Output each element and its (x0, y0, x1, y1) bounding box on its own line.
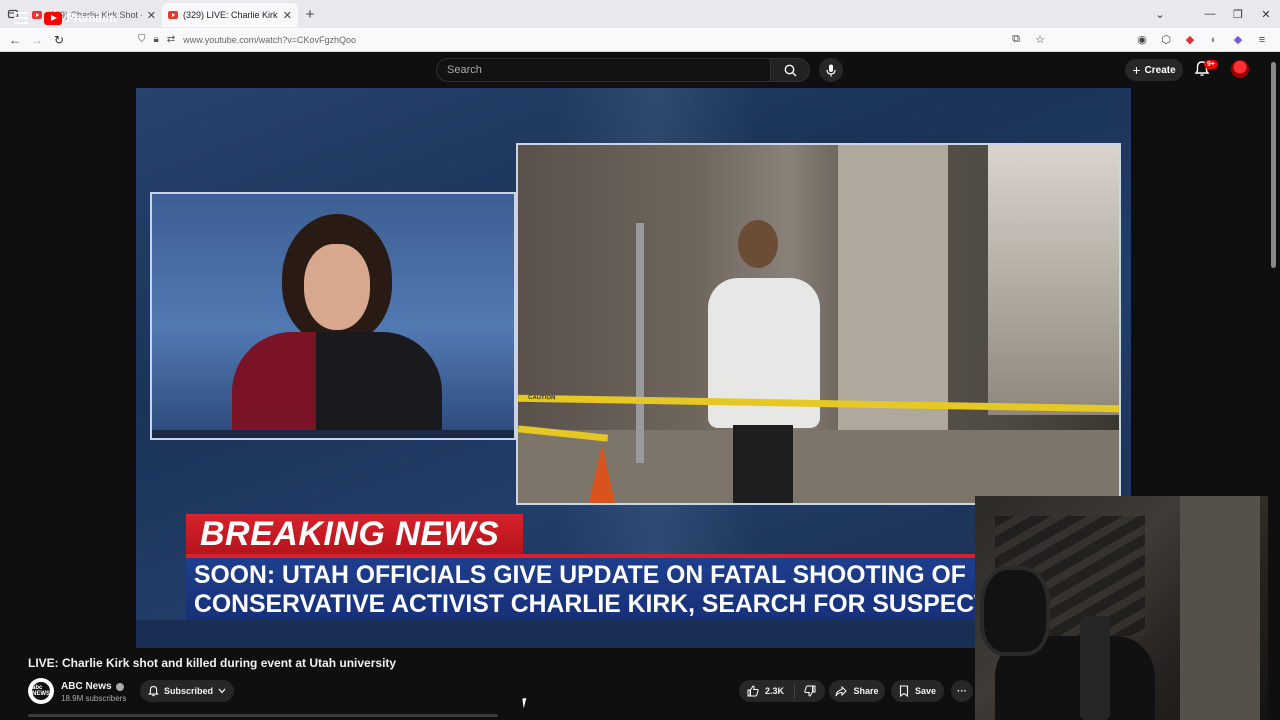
new-tab-button[interactable]: + (298, 6, 322, 23)
like-button[interactable]: 2.3K (739, 684, 795, 698)
close-tab-icon[interactable]: ✕ (283, 9, 292, 22)
verified-icon (115, 682, 124, 691)
notification-badge: 9+ (1204, 60, 1218, 69)
create-button[interactable]: + Create (1125, 59, 1183, 81)
plus-icon: + (1132, 62, 1141, 78)
shield-icon[interactable]: ⛉ (138, 34, 146, 45)
app-menu-icon[interactable]: ≡ (1254, 34, 1270, 46)
restore-icon[interactable]: ❐ (1224, 8, 1252, 21)
page-scrollbar[interactable] (1268, 56, 1278, 720)
lock-icon[interactable]: 🔒︎ (154, 34, 159, 45)
mouse-cursor-icon (522, 697, 532, 709)
dislike-button[interactable] (795, 685, 825, 697)
mic-icon (826, 64, 836, 76)
url-text[interactable]: www.youtube.com/watch?v=CKovFgzhQoo (183, 35, 356, 45)
microphone (1080, 616, 1110, 720)
youtube-favicon-icon (32, 11, 42, 19)
extensions-icon[interactable]: ⬡ (1158, 33, 1174, 46)
permissions-icon[interactable]: ⇄ (167, 34, 175, 45)
search-input[interactable]: Search (436, 58, 771, 82)
create-label: Create (1144, 64, 1176, 76)
browser-tab-active[interactable]: (329) LIVE: Charlie Kirk shot and ✕ (162, 3, 298, 27)
account-icon[interactable]: ◉ (1134, 33, 1150, 46)
reload-icon[interactable]: ↻ (48, 33, 70, 47)
search-button[interactable] (770, 58, 810, 82)
loading-bar (28, 714, 498, 717)
share-icon (835, 685, 848, 696)
headphones (980, 566, 1050, 656)
dislike-icon (804, 685, 816, 697)
save-button[interactable]: Save (891, 680, 944, 702)
more-actions-button[interactable]: ··· (951, 680, 973, 702)
subscribed-label: Subscribed (163, 686, 213, 696)
minimize-icon[interactable]: — (1196, 8, 1224, 20)
channel-name[interactable]: ABC News (61, 681, 124, 692)
scrollbar-thumb[interactable] (1271, 62, 1276, 268)
menu-icon[interactable] (14, 12, 28, 24)
bell-subscribe-icon (148, 685, 159, 697)
person-walking (703, 220, 823, 503)
traffic-cone (588, 445, 616, 503)
crime-scene-frame: CAUTION (516, 143, 1121, 505)
more-icon: ··· (957, 685, 967, 697)
save-label: Save (914, 686, 937, 696)
search-icon (784, 64, 796, 76)
news-anchor-frame (150, 192, 516, 440)
share-label: Share (853, 686, 879, 696)
channel-avatar[interactable]: abc NEWS (28, 678, 54, 704)
voice-search-button[interactable] (819, 58, 843, 82)
premium-logo-text: Premium (66, 11, 116, 25)
tab-title: (329) LIVE: Charlie Kirk shot and (183, 10, 278, 20)
extension-purple-icon[interactable]: ◆ (1230, 33, 1246, 46)
like-count: 2.3K (765, 686, 785, 696)
breaking-news-banner: BREAKING NEWS (186, 514, 523, 554)
extension-sound-icon[interactable]: ◐ (1206, 34, 1222, 46)
youtube-logo-icon (44, 11, 62, 25)
youtube-logo[interactable]: Premium (44, 11, 116, 25)
video-title: LIVE: Charlie Kirk shot and killed durin… (28, 656, 397, 670)
webcam-overlay (975, 496, 1268, 720)
subscribed-button[interactable]: Subscribed (140, 680, 234, 702)
extension-fox-icon[interactable]: ◆ (1182, 33, 1198, 46)
browser-tab-bar: (329) Charlie Kirk Shot - LIVE Br ✕ (329… (0, 0, 1280, 28)
news-anchor (232, 214, 442, 438)
back-icon[interactable]: ← (4, 33, 26, 47)
chevron-down-icon (218, 688, 226, 694)
tab-overflow-chevron-icon[interactable]: ⌄ (1146, 8, 1174, 21)
account-avatar[interactable] (1231, 60, 1249, 78)
browser-nav-bar: ← → ↻ ⛉ 🔒︎ ⇄ www.youtube.com/watch?v=CKo… (0, 28, 1280, 52)
translate-icon[interactable]: ⧉ (1008, 33, 1024, 46)
forward-icon[interactable]: → (26, 33, 48, 47)
like-dislike-group: 2.3K (739, 680, 825, 702)
save-icon (899, 685, 909, 697)
like-icon (747, 685, 759, 697)
bookmark-star-icon[interactable]: ☆ (1032, 33, 1048, 46)
browser-toolbar-icons: ⧉ ☆ ◉ ⬡ ◆ ◐ ◆ ≡ (1008, 33, 1270, 46)
subscriber-count: 18.9M subscribers (61, 694, 127, 703)
window-controls: ⌄ — ❐ ✕ (1146, 0, 1280, 28)
address-bar[interactable]: ⛉ 🔒︎ ⇄ www.youtube.com/watch?v=CKovFgzhQ… (138, 30, 998, 50)
youtube-favicon-icon (168, 11, 178, 19)
close-window-icon[interactable]: ✕ (1252, 8, 1280, 21)
share-button[interactable]: Share (829, 680, 885, 702)
close-tab-icon[interactable]: ✕ (147, 9, 156, 22)
